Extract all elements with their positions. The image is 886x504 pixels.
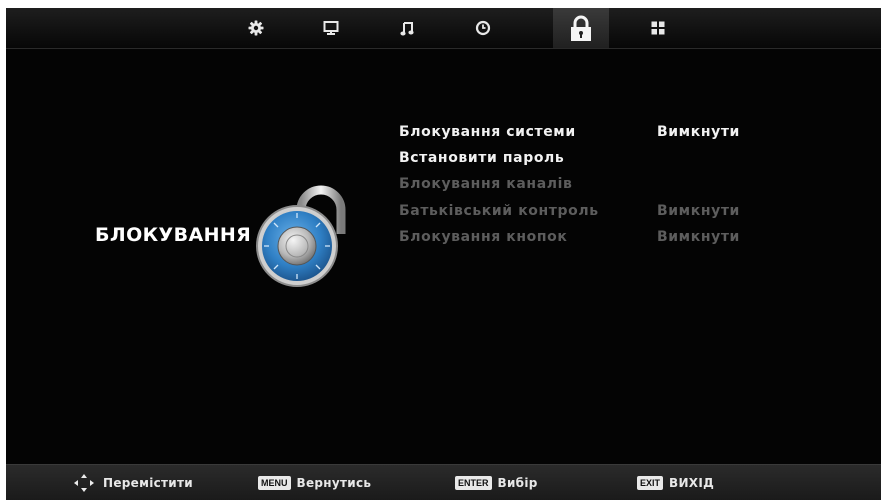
music-note-icon: [400, 21, 414, 35]
hint-move: Перемістити: [73, 465, 193, 500]
menu-row-set-password[interactable]: Встановити пароль: [399, 150, 859, 174]
enter-key-badge: ENTER: [455, 476, 492, 490]
hint-back-label: Вернутись: [296, 476, 372, 490]
menu-row-label: Блокування каналів: [399, 176, 573, 192]
hint-select-label: Вибір: [497, 476, 538, 490]
top-menu-bar: [6, 8, 881, 49]
lock-icon: [571, 15, 591, 41]
hint-move-label: Перемістити: [103, 476, 193, 490]
menu-key-badge: MENU: [258, 476, 291, 490]
tab-picture[interactable]: [311, 8, 351, 48]
menu-row-parental-control[interactable]: Батьківський контроль Вимкнути: [399, 203, 859, 227]
tv-screen: БЛОКУВАННЯ Блокування системи Вимкнути В…: [6, 8, 881, 500]
tab-settings[interactable]: [236, 8, 276, 48]
hint-exit: EXIT ВИХІД: [637, 465, 714, 500]
tab-time[interactable]: [463, 8, 503, 48]
menu-row-channel-lock[interactable]: Блокування каналів: [399, 176, 859, 200]
hint-exit-label: ВИХІД: [669, 476, 715, 490]
menu-row-value: Вимкнути: [657, 124, 740, 140]
menu-row-label: Встановити пароль: [399, 150, 565, 166]
menu-row-label: Батьківський контроль: [399, 203, 599, 219]
monitor-icon: [323, 20, 339, 35]
tab-apps[interactable]: [638, 8, 678, 48]
gear-icon: [248, 20, 264, 36]
combination-lock-icon: [256, 185, 346, 287]
bottom-hint-bar: Перемістити MENU Вернутись ENTER Вибір E…: [6, 464, 881, 500]
arrows-icon: [73, 473, 95, 493]
menu-row-value: Вимкнути: [657, 203, 740, 219]
tab-sound[interactable]: [387, 8, 427, 48]
grid-icon: [651, 21, 665, 35]
exit-key-badge: EXIT: [637, 476, 664, 490]
hint-back: MENU Вернутись: [258, 465, 371, 500]
hint-select: ENTER Вибір: [455, 465, 538, 500]
clock-icon: [475, 20, 491, 36]
menu-row-value: Вимкнути: [657, 229, 740, 245]
menu-row-system-lock[interactable]: Блокування системи Вимкнути: [399, 124, 859, 148]
menu-title: БЛОКУВАННЯ: [95, 224, 252, 246]
menu-row-label: Блокування системи: [399, 124, 576, 140]
menu-row-label: Блокування кнопок: [399, 229, 568, 245]
tab-lock[interactable]: [553, 8, 609, 48]
menu-row-key-lock[interactable]: Блокування кнопок Вимкнути: [399, 229, 859, 253]
